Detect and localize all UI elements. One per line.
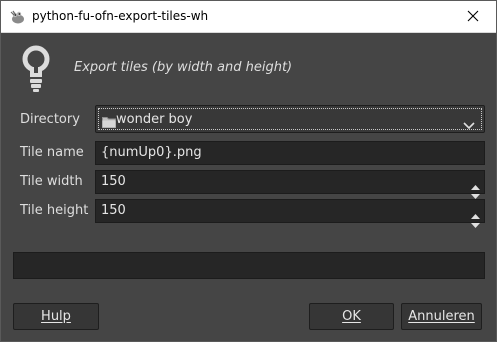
tile-name-input[interactable]: {numUp0}.png [95, 141, 485, 165]
directory-label: Directory [20, 112, 80, 127]
lightbulb-icon [21, 45, 51, 93]
tile-width-spinbox[interactable]: 150 [95, 170, 485, 199]
ok-button[interactable]: OK [309, 303, 394, 330]
chevron-down-icon [463, 115, 475, 130]
tile-name-value: {numUp0}.png [101, 145, 202, 160]
directory-value: wonder boy [116, 112, 193, 127]
tile-height-decrement-icon[interactable] [471, 213, 480, 228]
tile-name-label: Tile name [20, 145, 84, 160]
tile-height-increment-icon[interactable] [471, 204, 480, 219]
tile-height-value: 150 [101, 203, 126, 218]
progress-bar [13, 252, 485, 279]
tile-width-label: Tile width [20, 174, 83, 189]
tile-height-label: Tile height [20, 203, 89, 218]
dialog-description: Export tiles (by width and height) [74, 60, 293, 75]
close-button[interactable] [450, 1, 496, 32]
directory-combo[interactable]: wonder boy [95, 105, 485, 133]
tile-width-value: 150 [101, 174, 126, 189]
tile-width-decrement-icon[interactable] [471, 184, 480, 199]
tile-height-spinbox[interactable]: 150 [95, 199, 485, 228]
title-bar[interactable]: python-fu-ofn-export-tiles-wh [1, 1, 496, 33]
combo-focus-ring: wonder boy [98, 108, 482, 130]
dialog-window: python-fu-ofn-export-tiles-wh Export til… [0, 0, 497, 342]
help-button[interactable]: Hulp [13, 303, 99, 330]
gimp-wilber-icon [9, 9, 25, 24]
folder-icon [102, 113, 116, 128]
cancel-button[interactable]: Annuleren [401, 303, 482, 330]
tile-width-increment-icon[interactable] [471, 175, 480, 190]
close-icon [467, 7, 479, 26]
window-title: python-fu-ofn-export-tiles-wh [32, 9, 209, 23]
